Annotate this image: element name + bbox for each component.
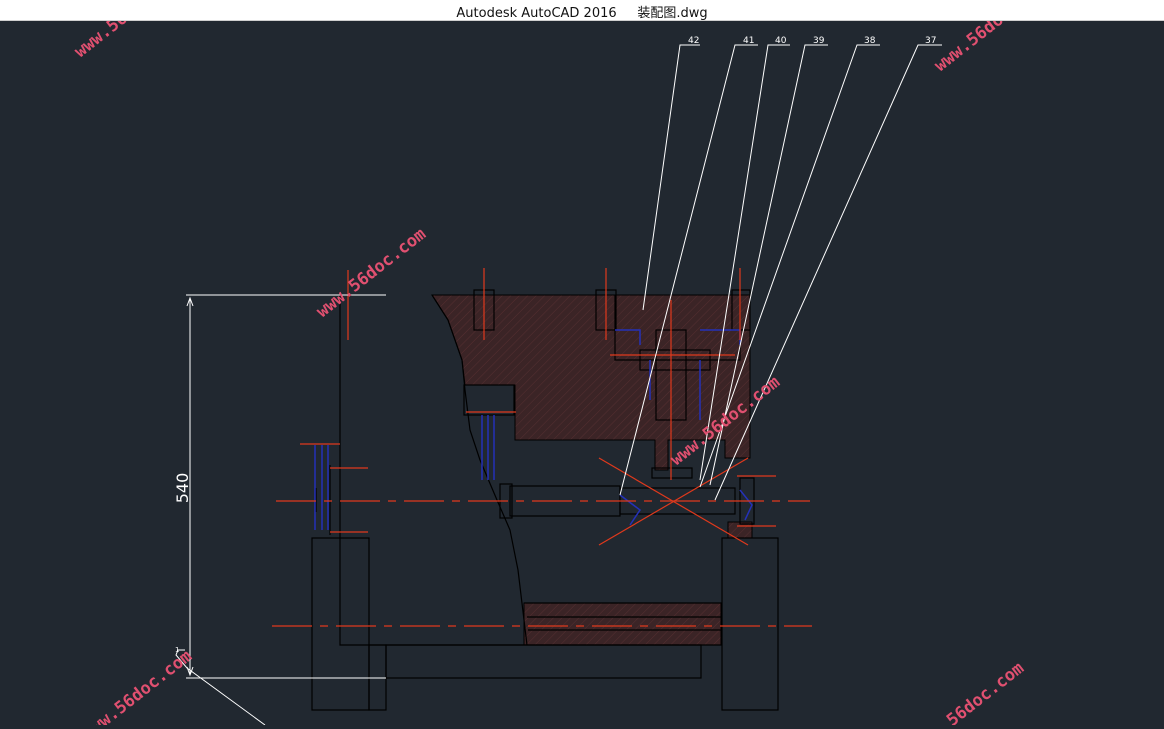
callout-label-37: 37 <box>925 36 936 46</box>
callout-label-39: 39 <box>813 36 825 46</box>
dimension-text: 540 <box>173 473 192 504</box>
watermark-6: www.56doc.com <box>911 658 1028 725</box>
callout-label-38: 38 <box>864 36 876 46</box>
app-name: Autodesk AutoCAD 2016 <box>456 6 617 21</box>
watermark-3: www.56doc.com <box>313 224 430 322</box>
callout-label-41: 41 <box>743 36 754 46</box>
dimension-540[interactable] <box>186 294 386 679</box>
watermark-5: www.56doc.com <box>79 646 196 725</box>
file-name: 装配图.dwg <box>637 6 708 21</box>
drawing-canvas[interactable]: 540 42 41 40 39 38 37 1 www.56doc.com ww… <box>0 0 1164 729</box>
window-title: Autodesk AutoCAD 2016 装配图.dwg <box>0 2 1164 21</box>
watermark-2: www.56doc.com <box>931 21 1048 76</box>
drawing-viewport[interactable]: 540 42 41 40 39 38 37 1 www.56doc.com ww… <box>0 0 1164 729</box>
hatched-section-lower <box>523 602 722 646</box>
callout-label-42: 42 <box>688 36 699 46</box>
title-bar: Autodesk AutoCAD 2016 装配图.dwg <box>0 0 1164 21</box>
watermark-1: www.56doc.com <box>71 21 188 62</box>
callout-label-40: 40 <box>775 36 787 46</box>
